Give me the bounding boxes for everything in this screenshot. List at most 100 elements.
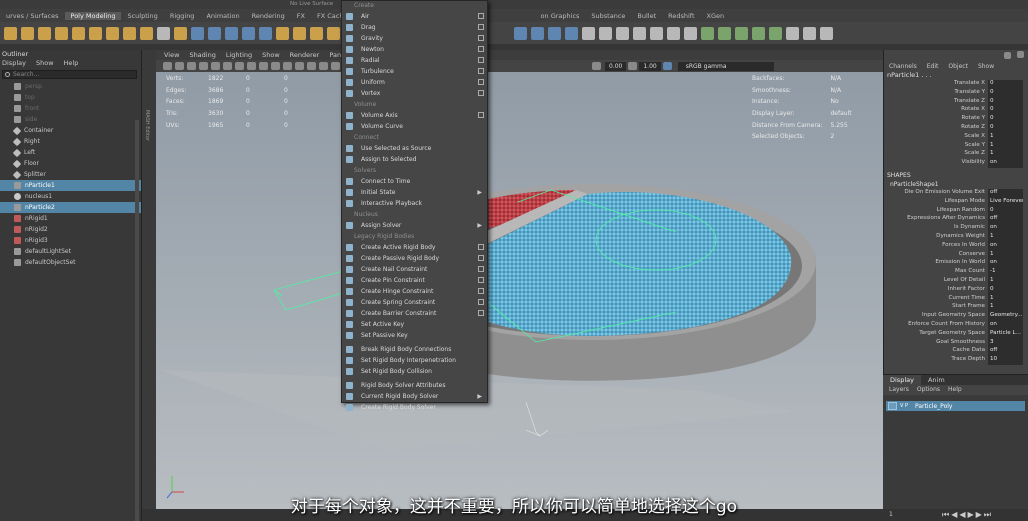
channel-attribute-value[interactable]: 0	[988, 88, 1023, 98]
menu-item-radial[interactable]: Radial	[342, 55, 487, 66]
duplicate-face-icon[interactable]	[735, 26, 748, 40]
layer-menu-layers[interactable]: Layers	[889, 385, 909, 395]
outliner-item[interactable]: Splitter	[0, 169, 141, 180]
option-box-icon[interactable]	[478, 46, 484, 52]
wedge-icon[interactable]	[548, 26, 561, 40]
option-box-icon[interactable]	[478, 90, 484, 96]
resolution-gate-icon[interactable]	[235, 62, 244, 70]
separate-icon[interactable]	[208, 26, 221, 40]
channel-attribute-value[interactable]: 1	[988, 294, 1023, 304]
outliner-menu-help[interactable]: Help	[64, 59, 79, 68]
outliner-item[interactable]: nucleus1	[0, 191, 141, 202]
channel-attribute-value[interactable]: 1	[988, 250, 1023, 260]
channel-attribute-value[interactable]: 0	[988, 285, 1023, 295]
channel-attribute[interactable]: Visibility on	[884, 159, 1028, 168]
menu-item-create-active-rigid-body[interactable]: Create Active Rigid Body	[342, 242, 487, 253]
textured-icon[interactable]	[331, 62, 340, 70]
channel-attribute[interactable]: Lifespan Mode Live Forever	[884, 197, 1028, 207]
smooth-icon[interactable]	[242, 26, 255, 40]
grid-icon[interactable]	[211, 62, 220, 70]
gate-mask-icon[interactable]	[247, 62, 256, 70]
quadrangulate-icon[interactable]	[803, 26, 816, 40]
channel-attribute-value[interactable]: 1	[988, 232, 1023, 242]
fill-hole-icon[interactable]	[327, 26, 340, 40]
channel-attribute-value[interactable]: Live Forever	[988, 197, 1023, 207]
channel-attribute-value[interactable]: -1	[988, 268, 1023, 277]
layer-menu-help[interactable]: Help	[948, 385, 962, 395]
bevel-icon[interactable]	[514, 26, 527, 40]
layer-row[interactable]: V P Particle_Poly	[886, 401, 1025, 411]
outliner-scrollbar[interactable]	[135, 120, 139, 521]
channel-attribute-value[interactable]: 0	[988, 97, 1023, 107]
outliner-item[interactable]: Right	[0, 136, 141, 147]
option-box-icon[interactable]	[478, 112, 484, 118]
outliner-item[interactable]: nParticle1	[0, 180, 141, 191]
option-box-icon[interactable]	[478, 24, 484, 30]
option-box-icon[interactable]	[478, 266, 484, 272]
poke-icon[interactable]	[565, 26, 578, 40]
layer-name[interactable]: Particle_Poly	[915, 403, 952, 410]
channel-attribute[interactable]: Level Of Detail 1	[884, 276, 1028, 286]
channel-attribute[interactable]: Rotate Y0	[884, 115, 1028, 124]
shape-name[interactable]: nParticleShape1	[884, 180, 1028, 189]
layer-tab-anim[interactable]: Anim	[921, 375, 952, 385]
channel-attribute-value[interactable]: 1	[988, 303, 1023, 313]
menu-item-create-pin-constraint[interactable]: Create Pin Constraint	[342, 275, 487, 286]
extract-icon[interactable]	[225, 26, 238, 40]
poly-cone-icon[interactable]	[55, 26, 68, 40]
menu-item-gravity[interactable]: Gravity	[342, 33, 487, 44]
shelf-tab[interactable]: Animation	[200, 12, 245, 20]
menu-item-current-rigid-body-solver[interactable]: Current Rigid Body Solver ▶	[342, 391, 487, 402]
option-box-icon[interactable]	[478, 255, 484, 261]
poly-cylinder-icon[interactable]	[38, 26, 51, 40]
option-box-icon[interactable]	[478, 68, 484, 74]
smooth-shade-icon[interactable]	[307, 62, 316, 70]
menu-item-create-rigid-body-solver[interactable]: Create Rigid Body Solver	[342, 402, 487, 413]
viewport-menu-shading[interactable]: Shading	[189, 51, 215, 59]
bridge-edge-icon[interactable]	[531, 26, 544, 40]
menu-item-create-barrier-constraint[interactable]: Create Barrier Constraint	[342, 308, 487, 319]
shelf-tab[interactable]: Redshift	[662, 12, 700, 20]
shelf-tab[interactable]: Bullet	[631, 12, 662, 20]
layer-flags[interactable]: V P	[897, 403, 915, 409]
shelf-tab[interactable]: FX	[291, 12, 311, 20]
menu-item-break-rigid-body-connections[interactable]: Break Rigid Body Connections	[342, 344, 487, 355]
menu-item-set-rigid-body-interpenetration[interactable]: Set Rigid Body Interpenetration	[342, 355, 487, 366]
option-box-icon[interactable]	[478, 79, 484, 85]
outliner-item[interactable]: Left	[0, 147, 141, 158]
channel-attribute[interactable]: Lifespan Random 0	[884, 206, 1028, 216]
channel-attribute-value[interactable]: 1	[988, 276, 1023, 286]
shelf-tab[interactable]: Rigging	[164, 12, 201, 20]
slide-edge-icon[interactable]	[684, 26, 697, 40]
channel-attribute[interactable]: Is Dynamic on	[884, 224, 1028, 233]
menu-item-air[interactable]: Air	[342, 11, 487, 22]
boolean-icon[interactable]	[259, 26, 272, 40]
channel-attribute[interactable]: Max Count -1	[884, 268, 1028, 277]
channel-attribute[interactable]: Translate Y0	[884, 88, 1028, 98]
channel-attribute[interactable]: Conserve 1	[884, 250, 1028, 260]
menu-item-use-selected-as-source[interactable]: Use Selected as Source	[342, 143, 487, 154]
safe-action-icon[interactable]	[271, 62, 280, 70]
channel-attribute-value[interactable]: 0	[988, 123, 1023, 133]
multi-cut-icon[interactable]	[633, 26, 646, 40]
poly-sphere-icon[interactable]	[4, 26, 17, 40]
channel-attribute[interactable]: Emission In World on	[884, 259, 1028, 269]
channel-attribute-value[interactable]: 0	[988, 106, 1023, 116]
option-box-icon[interactable]	[478, 288, 484, 294]
menu-item-rigid-body-solver-attributes[interactable]: Rigid Body Solver Attributes	[342, 380, 487, 391]
channel-box-toggle-icon[interactable]	[1004, 52, 1011, 59]
option-box-icon[interactable]	[478, 299, 484, 305]
menu-item-turbulence[interactable]: Turbulence	[342, 66, 487, 77]
channel-attribute-value[interactable]: on	[988, 159, 1023, 168]
channel-attribute[interactable]: Inherit Factor 0	[884, 285, 1028, 295]
color-management-icon[interactable]	[662, 62, 672, 70]
reduce-icon[interactable]	[752, 26, 765, 40]
select-camera-icon[interactable]	[163, 62, 172, 70]
combine-icon[interactable]	[191, 26, 204, 40]
circularize-icon[interactable]	[718, 26, 731, 40]
menu-item-volume-axis[interactable]: Volume Axis	[342, 110, 487, 121]
option-box-icon[interactable]	[478, 310, 484, 316]
append-icon[interactable]	[310, 26, 323, 40]
menu-item-assign-to-selected[interactable]: Assign to Selected	[342, 154, 487, 165]
merge-icon[interactable]	[582, 26, 595, 40]
